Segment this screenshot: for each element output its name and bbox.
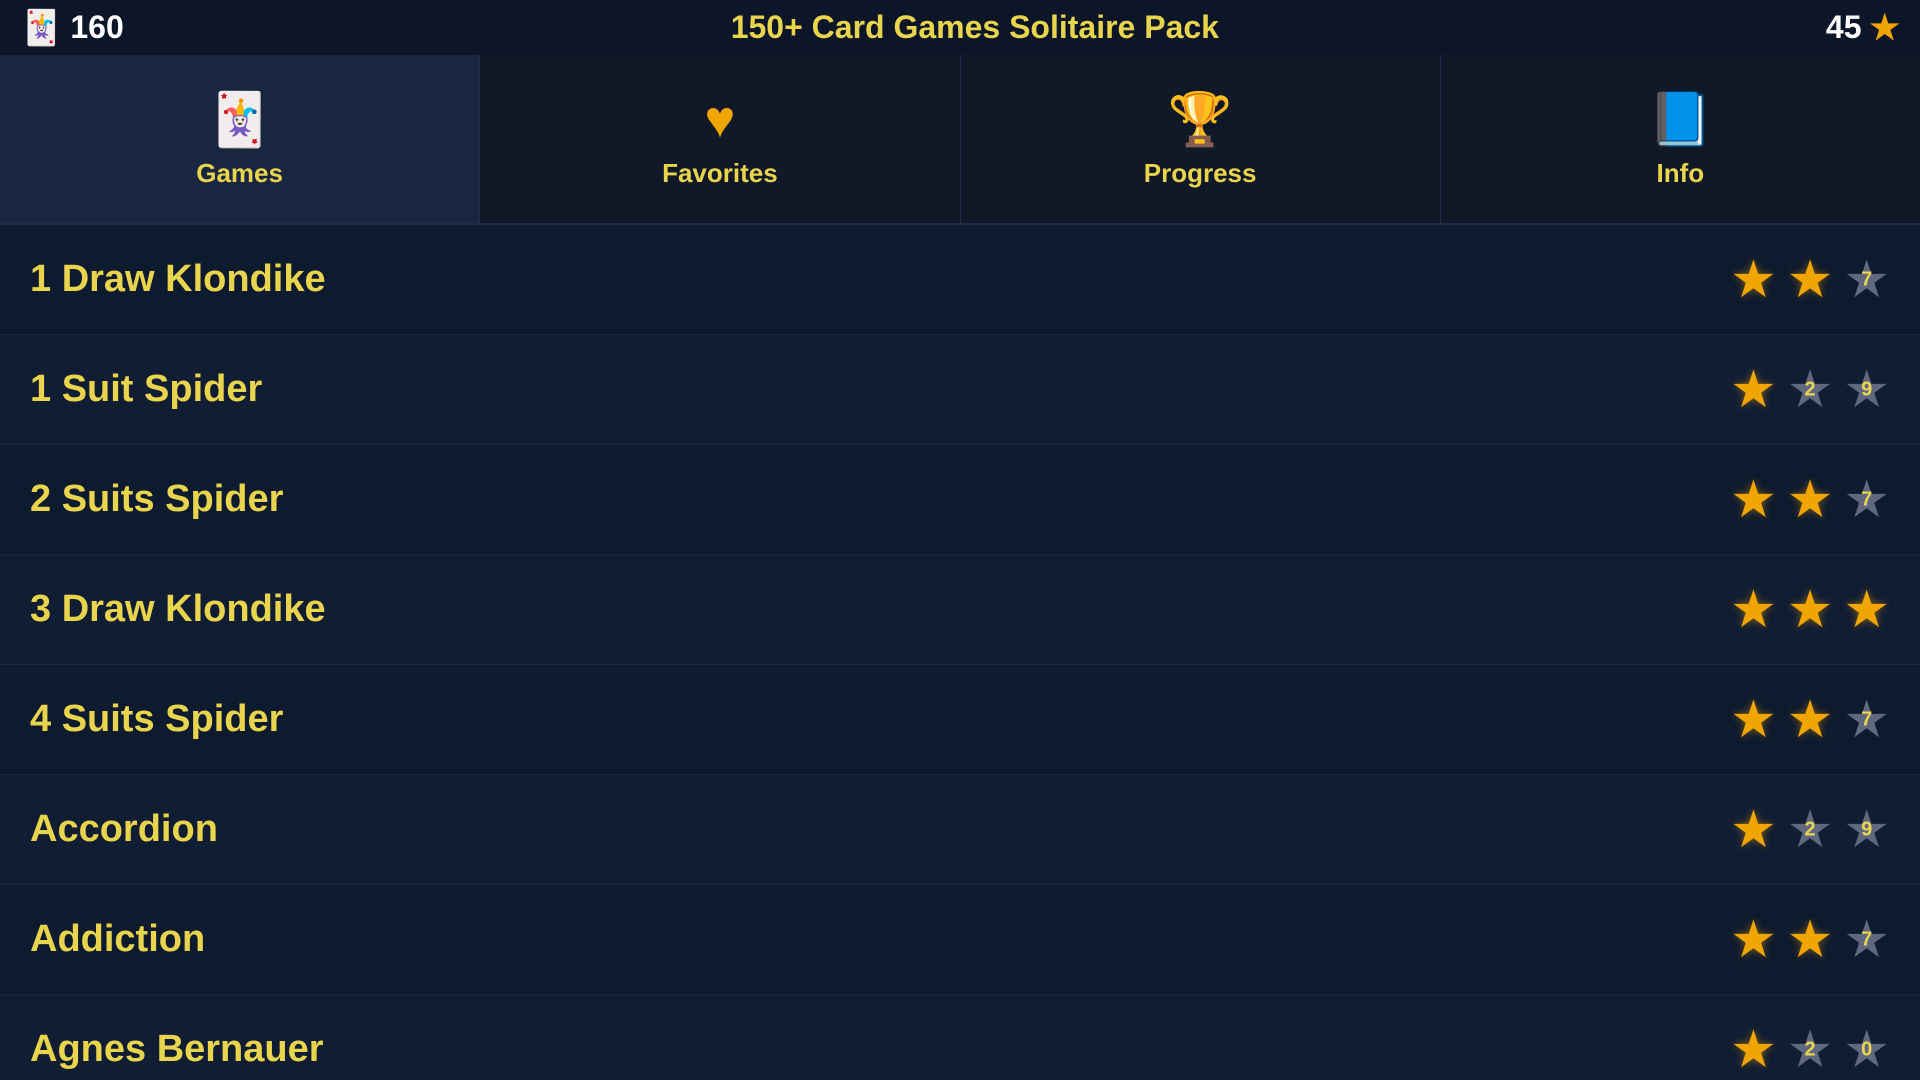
star-icon-top: ★ [1870, 8, 1900, 48]
game-row[interactable]: Accordion ★★2★9 [0, 775, 1920, 885]
star-number: 9 [1861, 378, 1872, 401]
nav-tabs: 🃏 Games ♥ Favorites 🏆 Progress 📘 Info [0, 55, 1920, 225]
star-gray-icon: ★9 [1843, 364, 1890, 416]
game-stars: ★★2★9 [1730, 364, 1890, 416]
game-name: Accordion [30, 808, 218, 851]
game-row[interactable]: 1 Draw Klondike★★★7 [0, 225, 1920, 335]
tab-progress[interactable]: 🏆 Progress [961, 55, 1441, 223]
star-number: 7 [1861, 708, 1872, 731]
star-gold-icon: ★ [1843, 584, 1890, 636]
game-row[interactable]: 2 Suits Spider★★★7 [0, 445, 1920, 555]
star-gold-icon: ★ [1730, 914, 1777, 966]
info-icon: 📘 [1648, 89, 1713, 150]
star-number: 9 [1861, 818, 1872, 841]
star-gray-icon: ★7 [1843, 474, 1890, 526]
star-gold-icon: ★ [1730, 1024, 1777, 1076]
star-gray-icon: ★7 [1843, 914, 1890, 966]
star-number: 7 [1861, 488, 1872, 511]
star-gray-icon: ★7 [1843, 254, 1890, 306]
games-icon: 🃏 [207, 89, 272, 150]
star-gray-icon: ★7 [1843, 694, 1890, 746]
star-gold-icon: ★ [1787, 914, 1834, 966]
star-number: 2 [1805, 1038, 1816, 1061]
star-gray-icon: ★0 [1843, 1024, 1890, 1076]
star-number: 2 [1805, 818, 1816, 841]
star-gold-icon: ★ [1730, 694, 1777, 746]
star-gold-icon: ★ [1730, 804, 1777, 856]
left-score-value: 160 [70, 9, 123, 46]
star-gold-icon: ★ [1730, 584, 1777, 636]
game-row[interactable]: Agnes Bernauer ★★2★0 [0, 995, 1920, 1080]
game-row[interactable]: 1 Suit Spider ★★2★9 [0, 335, 1920, 445]
game-row[interactable]: 3 Draw Klondike★★★ [0, 555, 1920, 665]
game-name: 4 Suits Spider [30, 698, 283, 741]
app-title: 150+ Card Games Solitaire Pack [731, 9, 1219, 46]
game-name: 1 Draw Klondike [30, 258, 326, 301]
game-stars: ★★2★0 [1730, 1024, 1890, 1076]
tab-info[interactable]: 📘 Info [1441, 55, 1920, 223]
star-gold-icon: ★ [1730, 254, 1777, 306]
game-stars: ★★2★9 [1730, 804, 1890, 856]
star-gray-icon: ★9 [1843, 804, 1890, 856]
tab-favorites[interactable]: ♥ Favorites [480, 55, 960, 223]
star-gold-icon: ★ [1730, 364, 1777, 416]
cards-icon: 🃏 [20, 8, 62, 48]
tab-favorites-label: Favorites [662, 158, 778, 189]
star-number: 7 [1861, 268, 1872, 291]
game-name: Agnes Bernauer [30, 1028, 324, 1071]
tab-progress-label: Progress [1144, 158, 1257, 189]
game-row[interactable]: Addiction★★★7 [0, 885, 1920, 995]
star-gold-icon: ★ [1730, 474, 1777, 526]
star-gray-icon: ★2 [1787, 1024, 1834, 1076]
game-name: 3 Draw Klondike [30, 588, 326, 631]
tab-info-label: Info [1657, 158, 1705, 189]
game-stars: ★★★7 [1730, 914, 1890, 966]
game-stars: ★★★7 [1730, 474, 1890, 526]
game-name: 2 Suits Spider [30, 478, 283, 521]
top-bar: 🃏 160 150+ Card Games Solitaire Pack 45 … [0, 0, 1920, 55]
games-list: 1 Draw Klondike★★★71 Suit Spider★★2★92 S… [0, 225, 1920, 1080]
star-number: 0 [1861, 1038, 1872, 1061]
score-right: 45 ★ [1826, 8, 1900, 48]
star-gold-icon: ★ [1787, 474, 1834, 526]
right-score-value: 45 [1826, 9, 1862, 46]
favorites-icon: ♥ [704, 90, 735, 150]
progress-icon: 🏆 [1168, 89, 1233, 150]
star-number: 7 [1861, 928, 1872, 951]
game-row[interactable]: 4 Suits Spider★★★7 [0, 665, 1920, 775]
game-name: 1 Suit Spider [30, 368, 262, 411]
star-gold-icon: ★ [1787, 694, 1834, 746]
game-stars: ★★★7 [1730, 254, 1890, 306]
game-stars: ★★★7 [1730, 694, 1890, 746]
star-gray-icon: ★2 [1787, 364, 1834, 416]
star-gold-icon: ★ [1787, 584, 1834, 636]
star-number: 2 [1805, 378, 1816, 401]
star-gray-icon: ★2 [1787, 804, 1834, 856]
game-stars: ★★★ [1730, 584, 1890, 636]
score-left: 🃏 160 [20, 8, 124, 48]
tab-games-label: Games [196, 158, 283, 189]
star-gold-icon: ★ [1787, 254, 1834, 306]
game-name: Addiction [30, 918, 205, 961]
tab-games[interactable]: 🃏 Games [0, 55, 480, 223]
